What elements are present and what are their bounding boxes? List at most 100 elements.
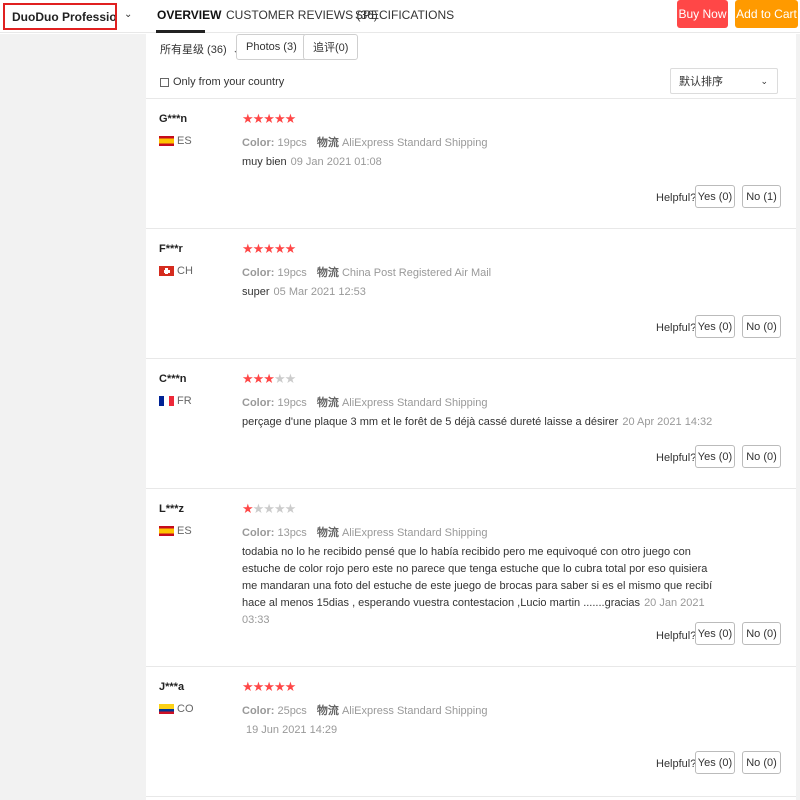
shipping-value: AliExpress Standard Shipping: [341, 397, 488, 409]
helpful-label: Helpful?: [656, 452, 697, 464]
review-body: perçage d'une plaque 3 mm et le forêt de…: [242, 416, 619, 428]
helpful-yes-button[interactable]: Yes (0): [695, 751, 735, 774]
review-date: 20 Apr 2021 14:32: [622, 416, 713, 428]
right-panel: [796, 34, 800, 800]
reviewer-name: J***a: [159, 681, 185, 693]
color-value: 13pcs: [277, 527, 307, 539]
review-item: F***r CH ★★★★★ Color: 19pcs 物流 China Pos…: [146, 229, 796, 359]
add-to-cart-button[interactable]: Add to Cart: [735, 0, 798, 28]
star-rating: ★★★★★: [242, 241, 296, 256]
review-meta: Color: 19pcs 物流 AliExpress Standard Ship…: [242, 134, 487, 150]
color-value: 25pcs: [277, 705, 307, 717]
shipping-label: 物流: [316, 137, 339, 149]
review-text: muy bien 09 Jan 2021 01:08: [242, 154, 732, 171]
reviewer-country: CH: [159, 265, 193, 277]
only-country-filter[interactable]: Only from your country: [160, 76, 284, 88]
top-bar: DuoDuo Profession... ⌄ OVERVIEW CUSTOMER…: [0, 0, 800, 33]
chevron-down-icon: ⌄: [760, 76, 768, 86]
review-body: todabia no lo he recibido pensé que lo h…: [242, 546, 713, 609]
store-name-box[interactable]: DuoDuo Profession...: [3, 3, 117, 30]
helpful-no-button[interactable]: No (1): [742, 185, 781, 208]
flag-es-icon: [159, 136, 174, 146]
flag-ch-icon: [159, 266, 174, 276]
country-code: CH: [177, 265, 193, 277]
photos-filter-button[interactable]: Photos (3): [236, 34, 307, 60]
only-country-checkbox[interactable]: [160, 77, 169, 87]
helpful-label: Helpful?: [656, 322, 697, 334]
review-meta: Color: 19pcs 物流 China Post Registered Ai…: [242, 264, 491, 280]
shipping-value: AliExpress Standard Shipping: [341, 705, 488, 717]
color-label: Color:: [242, 137, 275, 149]
flag-co-icon: [159, 704, 174, 714]
review-meta: Color: 25pcs 物流 AliExpress Standard Ship…: [242, 702, 487, 718]
star-rating: ★★★★★: [242, 371, 296, 386]
helpful-yes-button[interactable]: Yes (0): [695, 445, 735, 468]
review-item: C***n FR ★★★★★ Color: 19pcs 物流 AliExpres…: [146, 359, 796, 489]
helpful-no-button[interactable]: No (0): [742, 315, 781, 338]
additional-reviews-button[interactable]: 追评(0): [303, 34, 359, 60]
rating-filter-label: 所有星级 (36): [160, 44, 227, 56]
star-rating: ★★★★★: [242, 679, 296, 694]
helpful-yes-button[interactable]: Yes (0): [695, 185, 735, 208]
review-item: L***z ES ★★★★★ Color: 13pcs 物流 AliExpres…: [146, 489, 796, 667]
color-label: Color:: [242, 267, 275, 279]
reviewer-country: ES: [159, 525, 192, 537]
reviewer-country: ES: [159, 135, 192, 147]
review-text: 19 Jun 2021 14:29: [242, 722, 732, 739]
color-label: Color:: [242, 397, 275, 409]
shipping-value: AliExpress Standard Shipping: [341, 137, 488, 149]
flag-es-icon: [159, 526, 174, 536]
review-date: 19 Jun 2021 14:29: [246, 724, 338, 736]
helpful-label: Helpful?: [656, 192, 697, 204]
color-label: Color:: [242, 527, 275, 539]
color-label: Color:: [242, 705, 275, 717]
reviewer-name: F***r: [159, 243, 183, 255]
buy-now-button[interactable]: Buy Now: [677, 0, 728, 28]
flag-fr-icon: [159, 396, 174, 406]
review-text: perçage d'une plaque 3 mm et le forêt de…: [242, 414, 732, 431]
country-code: FR: [177, 395, 192, 407]
helpful-yes-button[interactable]: Yes (0): [695, 622, 735, 645]
helpful-no-button[interactable]: No (0): [742, 445, 781, 468]
active-tab-indicator: [156, 30, 205, 33]
helpful-label: Helpful?: [656, 630, 697, 642]
star-rating: ★★★★★: [242, 501, 296, 516]
star-rating: ★★★★★: [242, 111, 296, 126]
country-code: ES: [177, 135, 192, 147]
helpful-label: Helpful?: [656, 758, 697, 770]
reviewer-name: G***n: [159, 113, 188, 125]
left-panel: [0, 34, 146, 800]
helpful-yes-button[interactable]: Yes (0): [695, 315, 735, 338]
sort-select[interactable]: 默认排序 ⌄: [670, 68, 778, 94]
rating-filter-select[interactable]: 所有星级 (36) ⌄: [160, 41, 240, 57]
review-text: todabia no lo he recibido pensé que lo h…: [242, 544, 722, 629]
review-item: G***n ES ★★★★★ Color: 19pcs 物流 AliExpres…: [146, 99, 796, 229]
shipping-label: 物流: [316, 527, 339, 539]
review-meta: Color: 13pcs 物流 AliExpress Standard Ship…: [242, 524, 487, 540]
country-code: ES: [177, 525, 192, 537]
helpful-no-button[interactable]: No (0): [742, 751, 781, 774]
tab-specifications[interactable]: SPECIFICATIONS: [355, 8, 454, 22]
shipping-label: 物流: [316, 705, 339, 717]
color-value: 19pcs: [277, 137, 307, 149]
shipping-value: China Post Registered Air Mail: [341, 267, 492, 279]
review-date: 09 Jan 2021 01:08: [290, 156, 382, 168]
tab-overview[interactable]: OVERVIEW: [157, 8, 221, 22]
shipping-value: AliExpress Standard Shipping: [341, 527, 488, 539]
review-body: muy bien: [242, 156, 287, 168]
store-name: DuoDuo Profession...: [12, 9, 117, 24]
reviewer-country: CO: [159, 703, 194, 715]
color-value: 19pcs: [277, 267, 307, 279]
chevron-down-icon[interactable]: ⌄: [124, 9, 132, 20]
review-body: super: [242, 286, 270, 298]
review-meta: Color: 19pcs 物流 AliExpress Standard Ship…: [242, 394, 487, 410]
reviewer-country: FR: [159, 395, 192, 407]
helpful-no-button[interactable]: No (0): [742, 622, 781, 645]
review-date: 05 Mar 2021 12:53: [273, 286, 366, 298]
only-country-label: Only from your country: [173, 76, 285, 88]
sort-label: 默认排序: [679, 76, 723, 88]
reviewer-name: L***z: [159, 503, 185, 515]
shipping-label: 物流: [316, 397, 339, 409]
color-value: 19pcs: [277, 397, 307, 409]
review-item: J***a CO ★★★★★ Color: 25pcs 物流 AliExpres…: [146, 667, 796, 797]
